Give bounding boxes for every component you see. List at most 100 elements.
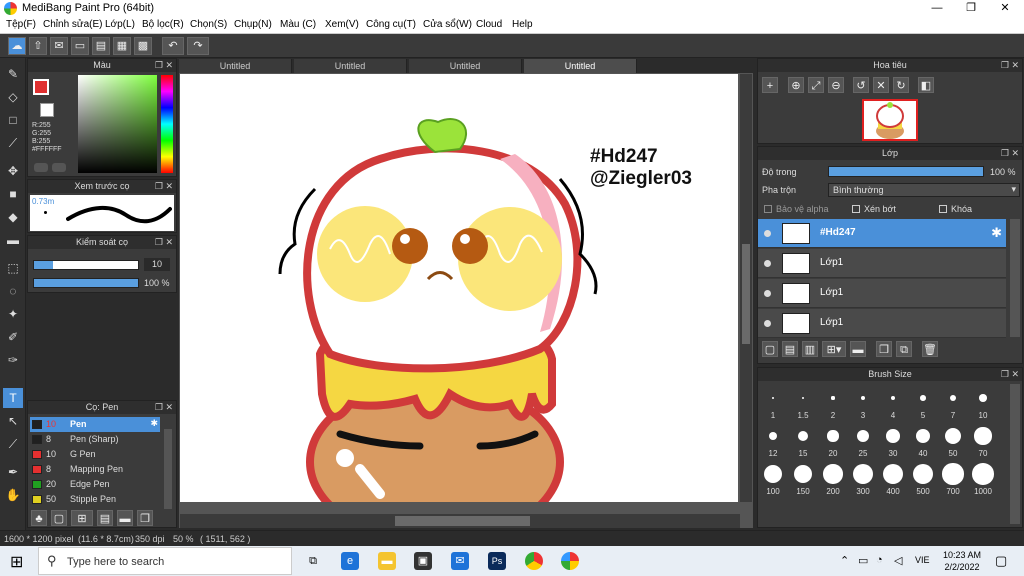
network-icon[interactable]: ◔ [876, 554, 883, 566]
folder-icon[interactable]: ▬ [850, 341, 866, 357]
layer-row[interactable]: Lớp1 [758, 309, 1006, 338]
layer-row[interactable]: #Hd247 ✱ [758, 219, 1006, 248]
canvas-vertical-scrollbar[interactable] [740, 74, 752, 502]
move-tool-icon[interactable]: ✥ [3, 161, 23, 181]
upload-icon[interactable]: ⇧ [29, 37, 47, 55]
brush-size-dot[interactable] [853, 464, 873, 484]
menu-cloud[interactable]: Cloud [476, 19, 502, 30]
layer-opacity-slider[interactable] [828, 166, 984, 177]
add-brush-icon[interactable]: ⊞ [71, 510, 93, 526]
panel-controls-icon[interactable]: ❐ ✕ [1001, 368, 1019, 381]
panel-controls-icon[interactable]: ❐ ✕ [155, 180, 173, 193]
brush-size-dot[interactable] [890, 395, 896, 401]
brush-size-dot[interactable] [882, 463, 904, 485]
volume-icon[interactable]: ◁ [894, 554, 902, 567]
protect-alpha-checkbox[interactable] [764, 205, 772, 213]
select-eraser-tool-icon[interactable]: ✑ [3, 350, 23, 370]
taskbar-search-box[interactable]: ⚲ Type here to search [38, 547, 292, 575]
battery-icon[interactable]: ▭ [858, 554, 868, 567]
layer-row[interactable]: Lớp1 [758, 279, 1006, 308]
brush-size-dot[interactable] [979, 394, 987, 402]
brush-item[interactable]: 8 Mapping Pen [30, 462, 160, 477]
tab-untitled-4[interactable]: Untitled [524, 59, 637, 73]
eyedropper-tool-icon[interactable]: ⟋ [3, 434, 23, 454]
eye-icon[interactable] [764, 290, 771, 297]
lasso-tool-icon[interactable]: ◌ [3, 281, 23, 301]
layer-row[interactable]: Lớp1 [758, 249, 1006, 278]
notification-icon[interactable]: ▢ [995, 553, 1007, 569]
rectangle-tool-icon[interactable]: □ [3, 110, 23, 130]
photoshop-icon[interactable]: Ps [488, 552, 506, 570]
undo-icon[interactable]: ↶ [162, 37, 184, 55]
brush-size-dot[interactable] [831, 396, 835, 400]
eraser-tool-icon[interactable]: ◇ [3, 87, 23, 107]
reset-icon[interactable]: ✕ [873, 77, 889, 93]
language-indicator[interactable]: VIE [915, 555, 930, 565]
duplicate-layer-icon[interactable]: ❐ [876, 341, 892, 357]
brush-size-dot[interactable] [920, 395, 926, 401]
brush-size-dot[interactable] [912, 463, 934, 485]
chrome-icon[interactable] [525, 552, 543, 570]
document-icon[interactable]: ▤ [92, 37, 110, 55]
brush-item[interactable]: 20 Edge Pen [30, 477, 160, 492]
zoom-in-icon[interactable]: + [762, 77, 778, 93]
store-icon[interactable]: ▣ [414, 552, 432, 570]
brush-size-dot[interactable] [798, 431, 808, 441]
new-halftone-layer-icon[interactable]: ▤ [782, 341, 798, 357]
menu-layer[interactable]: Lớp(L) [105, 19, 135, 30]
panel-controls-icon[interactable]: ❐ ✕ [1001, 59, 1019, 72]
brush-size-dot[interactable] [949, 394, 957, 402]
canvas-horizontal-scrollbar[interactable] [180, 514, 740, 528]
brush-size-dot[interactable] [861, 396, 865, 400]
eye-icon[interactable] [764, 260, 771, 267]
menu-color[interactable]: Màu (C) [280, 19, 316, 30]
hand-tool-icon[interactable]: ✋ [3, 485, 23, 505]
eye-icon[interactable] [764, 320, 771, 327]
clock[interactable]: 10:23 AM 2/2/2022 [940, 549, 984, 573]
gear-icon[interactable]: ✱ [991, 225, 1002, 241]
bucket-tool-icon[interactable]: ◆ [3, 207, 23, 227]
close-button[interactable]: ✕ [988, 0, 1022, 17]
duplicate-brush-icon[interactable]: ❐ [137, 510, 153, 526]
magic-wand-tool-icon[interactable]: ✦ [3, 304, 23, 324]
gradient-tool-icon[interactable]: ▬ [3, 230, 23, 250]
brush-size-scrollbar[interactable] [1010, 384, 1020, 524]
brush-item[interactable]: 8 Pen (Sharp) [30, 432, 160, 447]
windows-start-icon[interactable]: ⊞ [10, 552, 23, 572]
brush-item[interactable]: 10 G Pen [30, 447, 160, 462]
layer-list-scrollbar[interactable] [1010, 219, 1020, 337]
brush-size-dot[interactable] [768, 431, 778, 441]
file-explorer-icon[interactable]: ▬ [378, 552, 396, 570]
menu-window[interactable]: Cửa sổ(W) [423, 19, 472, 30]
menu-filter[interactable]: Bộ lọc(R) [142, 19, 184, 30]
tab-untitled-2[interactable]: Untitled [294, 59, 407, 73]
zoom-plus-icon[interactable]: ⊕ [788, 77, 804, 93]
brush-tool-icon[interactable]: ✎ [3, 64, 23, 84]
text-tool-icon[interactable]: T [3, 388, 23, 408]
task-view-icon[interactable]: ⧉ [304, 552, 322, 570]
foreground-color-swatch[interactable] [33, 79, 49, 95]
brush-size-dot[interactable] [942, 463, 964, 485]
background-color-swatch[interactable] [40, 103, 54, 117]
new-brush-icon[interactable]: ▢ [51, 510, 67, 526]
redo-icon[interactable]: ↷ [187, 37, 209, 55]
lock-checkbox[interactable] [939, 205, 947, 213]
select-pen-tool-icon[interactable]: ✐ [3, 327, 23, 347]
medibang-taskbar-icon[interactable] [561, 552, 579, 570]
brush-size-dot[interactable] [972, 463, 994, 485]
menu-tools[interactable]: Công cụ(T) [366, 19, 416, 30]
menu-file[interactable]: Tệp(F) [6, 19, 36, 30]
brush-size-dot[interactable] [823, 464, 843, 484]
trash-icon[interactable]: 🗑 [922, 341, 938, 357]
brush-settings-icon[interactable]: ▤ [97, 510, 113, 526]
fill-rect-tool-icon[interactable]: ■ [3, 184, 23, 204]
flip-icon[interactable]: ◧ [918, 77, 934, 93]
rotate-right-icon[interactable]: ↻ [893, 77, 909, 93]
mail-icon[interactable]: ✉ [451, 552, 469, 570]
new-layer-icon[interactable]: ▢ [762, 341, 778, 357]
cloud-icon[interactable]: ☁ [8, 37, 26, 55]
grid-icon[interactable]: ▦ [113, 37, 131, 55]
edge-icon[interactable]: e [341, 552, 359, 570]
clipping-checkbox[interactable] [852, 205, 860, 213]
select-rect-tool-icon[interactable]: ⬚ [3, 258, 23, 278]
